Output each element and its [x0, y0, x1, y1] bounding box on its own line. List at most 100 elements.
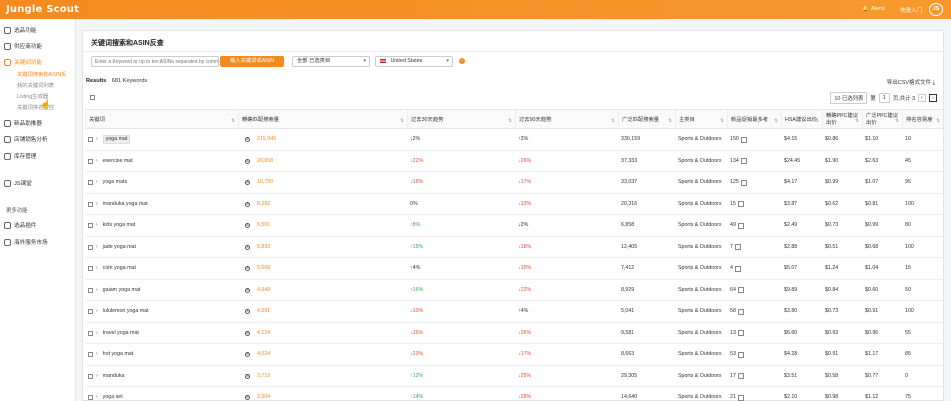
column-header-7[interactable]: HSA建议出价 ⇅ — [781, 110, 822, 130]
giveaway-info-icon[interactable] — [740, 179, 747, 186]
column-header-2[interactable]: 过去30天趋势 ⇅ — [407, 110, 515, 130]
expand-chevron-icon[interactable]: › — [96, 373, 98, 380]
avatar[interactable]: JS — [929, 3, 943, 16]
keyword-text[interactable]: exercise mat — [103, 158, 133, 165]
select-all-checkbox[interactable] — [90, 95, 95, 100]
expand-chevron-icon[interactable]: › — [96, 201, 98, 208]
giveaway-info-icon[interactable] — [737, 201, 744, 208]
table-row[interactable]: › lululemon yoga mat a 4,591 ↓10% ↑4% 5,041 Spo… — [85, 301, 943, 323]
keyword-text[interactable]: manduka — [103, 373, 125, 380]
amazon-search-icon[interactable]: a — [245, 287, 250, 293]
sidebar-item2-2[interactable]: 库存管理 — [4, 152, 36, 160]
row-checkbox[interactable] — [88, 180, 93, 186]
sidebar-item-2[interactable]: 关键词功能 — [4, 58, 42, 66]
keyword-text[interactable]: lululemon yoga mat — [103, 308, 149, 315]
sidebar-item3-0[interactable]: 选品插件 — [4, 221, 36, 229]
expand-chevron-icon[interactable]: › — [96, 330, 98, 337]
giveaway-info-icon[interactable] — [737, 287, 744, 294]
row-checkbox[interactable] — [88, 330, 93, 336]
sort-icon[interactable]: ⇅ — [508, 117, 512, 124]
keyword-text[interactable]: travel yoga mat — [103, 330, 139, 337]
sidebar-subitem-1[interactable]: 我的关键词列表 — [17, 81, 54, 89]
expand-chevron-icon[interactable]: › — [96, 222, 98, 229]
page-number-input[interactable]: 1 — [878, 93, 890, 103]
sidebar-item3-1[interactable]: 海外服务市场 — [4, 238, 48, 246]
column-header-3[interactable]: 过去90天趋势 ⇅ — [515, 110, 618, 130]
sort-icon[interactable]: ⇅ — [611, 117, 615, 124]
row-checkbox[interactable] — [88, 373, 93, 379]
amazon-search-icon[interactable]: a — [245, 352, 250, 357]
expand-chevron-icon[interactable]: › — [96, 244, 98, 251]
expand-chevron-icon[interactable]: › — [96, 287, 98, 294]
sort-icon[interactable]: ⇅ — [936, 117, 940, 124]
keyword-text[interactable]: jade yoga mat — [103, 244, 136, 251]
page-size-select[interactable]: 10 已选列表 — [830, 92, 868, 104]
table-row[interactable]: › gaiam yoga mat a 4,949 ↑16% ↓22% 8,929 Sports… — [85, 280, 943, 301]
expand-chevron-icon[interactable]: › — [96, 394, 98, 401]
sort-icon[interactable]: ⇅ — [815, 117, 819, 124]
giveaway-info-icon[interactable] — [737, 308, 744, 315]
giveaway-info-icon[interactable] — [740, 158, 747, 165]
column-header-4[interactable]: 广泛匹配搜索量 ⇅ — [618, 110, 675, 130]
alerts-button[interactable]: 🔔 Alerts — [862, 6, 885, 12]
table-row[interactable]: › yoga set a 3,504 ↑14% ↓28% 14,640 Sports & Ou… — [85, 387, 943, 401]
sort-icon[interactable]: ⇅ — [774, 117, 778, 124]
giveaway-info-icon[interactable] — [740, 136, 747, 143]
row-checkbox[interactable] — [88, 309, 93, 315]
giveaway-info-icon[interactable] — [737, 373, 744, 380]
country-select[interactable]: United States ▾ — [375, 56, 453, 67]
column-header-9[interactable]: 广泛PPC建议出价 ⇅ — [862, 110, 902, 130]
sort-icon[interactable]: ⇅ — [231, 117, 235, 124]
giveaway-info-icon[interactable] — [734, 244, 741, 251]
category-select[interactable]: 全部 已选类目 ▾ — [292, 56, 370, 67]
search-button[interactable]: 输入关键词或ASIN — [220, 56, 284, 67]
keyword-text[interactable]: kids yoga mat — [103, 222, 136, 229]
row-checkbox[interactable] — [88, 223, 93, 229]
expand-chevron-icon[interactable]: › — [96, 158, 98, 165]
sidebar-item2-1[interactable]: 店铺销售分析 — [4, 135, 48, 143]
keyword-text[interactable]: yoga mat — [102, 135, 131, 145]
expand-chevron-icon[interactable]: › — [96, 308, 98, 315]
giveaway-info-icon[interactable] — [734, 265, 741, 272]
table-row[interactable]: › hot yoga mat a 4,024 ↓23% ↓17% 8,663 Sports &… — [85, 344, 943, 366]
amazon-search-icon[interactable]: a — [245, 309, 250, 314]
quick-start-link[interactable]: 快速入门 — [900, 6, 922, 14]
sidebar-subitem-0[interactable]: 关键词搜索和ASIN反 — [17, 70, 66, 78]
row-checkbox[interactable] — [88, 266, 93, 272]
giveaway-info-icon[interactable] — [737, 330, 744, 337]
keyword-text[interactable]: manduka yoga mat — [103, 201, 148, 208]
sort-icon[interactable]: ⇅ — [855, 117, 859, 124]
amazon-search-icon[interactable]: a — [245, 266, 250, 271]
column-header-10[interactable]: 排名容易度 ⇅ — [902, 110, 943, 130]
column-header-8[interactable]: 精确PPC建议出价 ⇅ — [822, 110, 862, 130]
sort-icon[interactable]: ⇅ — [895, 117, 899, 124]
row-checkbox[interactable] — [88, 244, 93, 250]
column-header-5[interactable]: 主类目 ⇅ — [675, 110, 727, 130]
jungle-scout-logo[interactable]: Jungle Scout — [6, 4, 79, 15]
keyword-text[interactable]: yoga mats — [103, 179, 127, 186]
export-csv-button[interactable]: 导出CSV格式文件 ⤓ — [887, 78, 935, 87]
column-header-6[interactable]: 新品促销最多考 ⇅ — [727, 110, 781, 130]
table-row[interactable]: › kids yoga mat a 6,501 ↑8% ↓2% 6,858 Sports & … — [85, 215, 943, 237]
amazon-search-icon[interactable]: a — [245, 244, 250, 250]
column-header-0[interactable]: 关键词 ⇅ — [85, 110, 238, 130]
expand-chevron-icon[interactable]: › — [96, 179, 98, 186]
amazon-search-icon[interactable]: a — [245, 330, 250, 336]
table-row[interactable]: › exercise mat a 20,658 ↓22% ↓26% 37,333 Sports… — [85, 151, 943, 172]
keyword-text[interactable]: gaiam yoga mat — [103, 287, 141, 294]
column-header-1[interactable]: 精确匹配搜索量 ⇅ — [238, 110, 407, 130]
table-row[interactable]: › cork yoga mat a 5,068 ↑4% ↓10% 7,412 Sports &… — [85, 258, 943, 280]
table-row[interactable]: › manduka a 3,719 ↑12% ↓25% 29,305 Sports & Out… — [85, 366, 943, 387]
amazon-search-icon[interactable]: a — [245, 223, 250, 228]
table-row[interactable]: › yoga mats a 10,750 ↓16% ↓17% 33,037 Sports & … — [85, 172, 943, 194]
amazon-search-icon[interactable]: a — [245, 180, 250, 185]
next-page-button[interactable]: › — [929, 94, 937, 102]
expand-chevron-icon[interactable]: › — [96, 265, 98, 272]
sidebar-item-1[interactable]: 供应商功能 — [4, 42, 42, 50]
row-checkbox[interactable] — [88, 201, 93, 207]
amazon-search-icon[interactable]: a — [245, 373, 250, 379]
table-row[interactable]: › travel yoga mat a 4,124 ↓16% ↓26% 9,581 Sport… — [85, 323, 943, 344]
keyword-text[interactable]: cork yoga mat — [103, 265, 136, 272]
row-checkbox[interactable] — [88, 158, 93, 164]
row-checkbox[interactable] — [88, 352, 93, 358]
